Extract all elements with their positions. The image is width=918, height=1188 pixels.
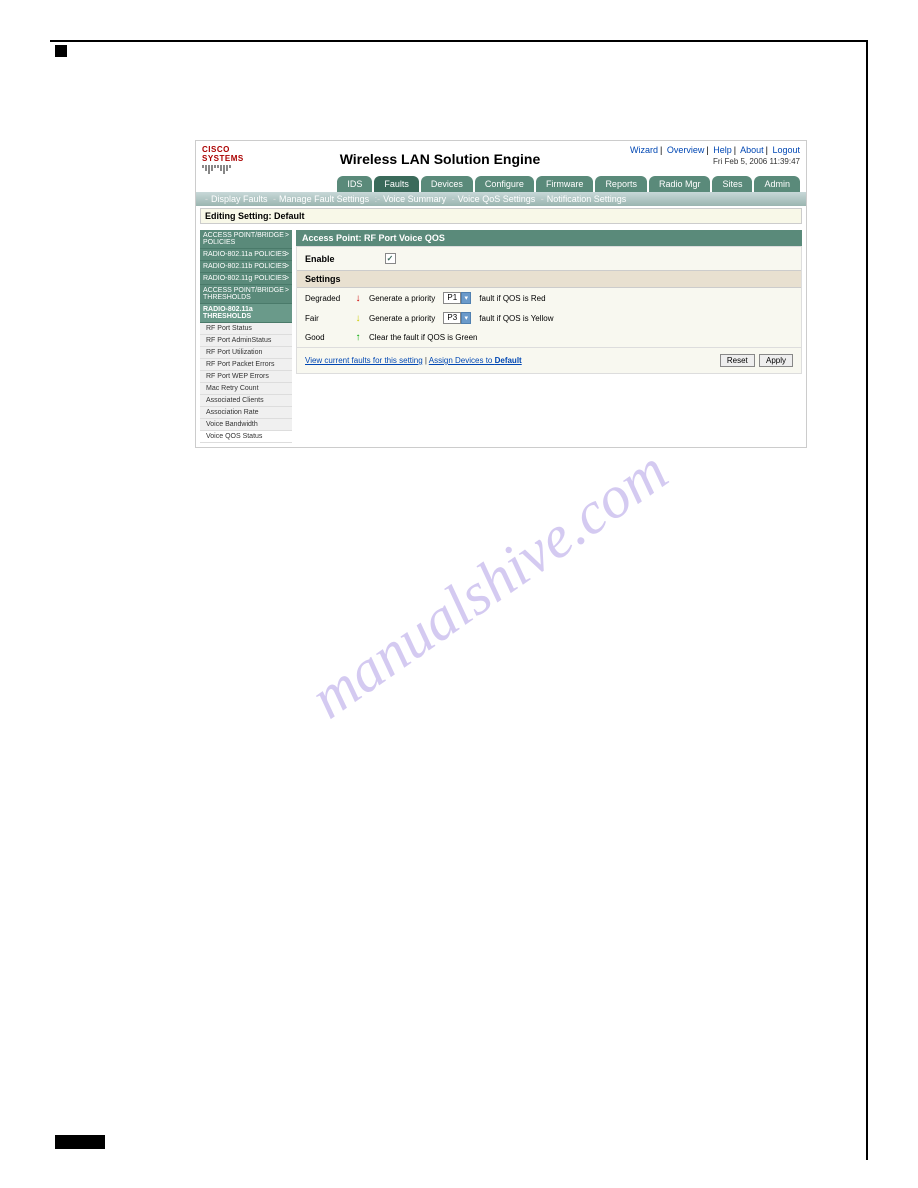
- sidebar-group-ap-thresholds[interactable]: ACCESS POINT/BRIDGE THRESHOLDS: [200, 285, 292, 304]
- editing-bar: Editing Setting: Default: [200, 208, 802, 224]
- header-links: Wizard| Overview| Help| About| Logout: [630, 145, 800, 155]
- tab-reports[interactable]: Reports: [595, 176, 647, 192]
- view-faults-link[interactable]: View current faults for this setting: [305, 356, 423, 365]
- priority-select-fair[interactable]: P3▾: [443, 312, 471, 324]
- sidebar-item-utilization[interactable]: RF Port Utilization: [200, 347, 292, 359]
- subnav-manage-fault[interactable]: Manage Fault Settings: [279, 194, 369, 204]
- arrow-up-green-icon: ↑: [353, 332, 363, 343]
- chevron-down-icon: ▾: [461, 292, 471, 304]
- tab-configure[interactable]: Configure: [475, 176, 534, 192]
- arrow-down-yellow-icon: ↓: [353, 313, 363, 324]
- sidebar-group-11b-policies[interactable]: RADIO-802.11b POLICIES: [200, 261, 292, 273]
- wizard-link[interactable]: Wizard: [630, 145, 658, 155]
- setting-row-degraded: Degraded ↓ Generate a priority P1▾ fault…: [297, 288, 801, 308]
- sidebar-item-assoc-clients[interactable]: Associated Clients: [200, 395, 292, 407]
- label-degraded: Degraded: [305, 294, 347, 303]
- chevron-down-icon: ▾: [461, 312, 471, 324]
- text-degraded-before: Generate a priority: [369, 294, 435, 303]
- panel-title: Access Point: RF Port Voice QOS: [296, 230, 802, 246]
- about-link[interactable]: About: [740, 145, 764, 155]
- sidebar-item-packet-errors[interactable]: RF Port Packet Errors: [200, 359, 292, 371]
- help-link[interactable]: Help: [713, 145, 732, 155]
- text-fair-after: fault if QOS is Yellow: [479, 314, 553, 323]
- tab-ids[interactable]: IDS: [337, 176, 372, 192]
- page-title: Wireless LAN Solution Engine: [250, 151, 630, 167]
- priority-select-degraded[interactable]: P1▾: [443, 292, 471, 304]
- sidebar-group-11a-policies[interactable]: RADIO-802.11a POLICIES: [200, 249, 292, 261]
- sidebar-item-voice-qos[interactable]: Voice QOS Status: [200, 431, 292, 443]
- sub-nav: -Display Faults -Manage Fault Settings :…: [196, 192, 806, 206]
- label-fair: Fair: [305, 314, 347, 323]
- sidebar-item-port-status[interactable]: RF Port Status: [200, 323, 292, 335]
- subnav-voice-qos[interactable]: Voice QoS Settings: [458, 194, 536, 204]
- setting-row-fair: Fair ↓ Generate a priority P3▾ fault if …: [297, 308, 801, 328]
- sidebar-group-ap-policies[interactable]: ACCESS POINT/BRIDGE POLICIES: [200, 230, 292, 249]
- timestamp: Fri Feb 5, 2006 11:39:47: [630, 157, 800, 166]
- sidebar-item-mac-retry[interactable]: Mac Retry Count: [200, 383, 292, 395]
- tab-sites[interactable]: Sites: [712, 176, 752, 192]
- label-good: Good: [305, 333, 347, 342]
- text-good: Clear the fault if QOS is Green: [369, 333, 478, 342]
- setting-row-good: Good ↑ Clear the fault if QOS is Green: [297, 328, 801, 347]
- assign-devices-link[interactable]: Assign Devices to Default: [429, 356, 522, 365]
- sidebar-item-wep-errors[interactable]: RF Port WEP Errors: [200, 371, 292, 383]
- subnav-display-faults[interactable]: Display Faults: [211, 194, 268, 204]
- overview-link[interactable]: Overview: [667, 145, 705, 155]
- subnav-voice-summary[interactable]: Voice Summary: [383, 194, 446, 204]
- tab-devices[interactable]: Devices: [421, 176, 473, 192]
- logout-link[interactable]: Logout: [772, 145, 800, 155]
- enable-checkbox[interactable]: ✓: [385, 253, 396, 264]
- sidebar-group-11a-thresholds[interactable]: RADIO-802.11a THRESHOLDS: [200, 304, 292, 323]
- sidebar-item-voice-bw[interactable]: Voice Bandwidth: [200, 419, 292, 431]
- enable-label: Enable: [305, 254, 335, 264]
- reset-button[interactable]: Reset: [720, 354, 755, 367]
- main-tabs: IDS Faults Devices Configure Firmware Re…: [196, 176, 806, 192]
- apply-button[interactable]: Apply: [759, 354, 793, 367]
- tab-admin[interactable]: Admin: [754, 176, 800, 192]
- sidebar: ACCESS POINT/BRIDGE POLICIES RADIO-802.1…: [200, 230, 292, 443]
- tab-firmware[interactable]: Firmware: [536, 176, 594, 192]
- sidebar-item-assoc-rate[interactable]: Association Rate: [200, 407, 292, 419]
- settings-header: Settings: [297, 270, 801, 288]
- text-fair-before: Generate a priority: [369, 314, 435, 323]
- tab-faults[interactable]: Faults: [374, 176, 419, 192]
- text-degraded-after: fault if QOS is Red: [479, 294, 545, 303]
- cisco-logo: CISCO SYSTEMS: [202, 145, 250, 174]
- sidebar-group-11g-policies[interactable]: RADIO-802.11g POLICIES: [200, 273, 292, 285]
- app-window: CISCO SYSTEMS Wireless LAN Solution Engi…: [195, 140, 807, 448]
- subnav-notification[interactable]: Notification Settings: [547, 194, 627, 204]
- arrow-down-red-icon: ↓: [353, 293, 363, 304]
- tab-radio-mgr[interactable]: Radio Mgr: [649, 176, 711, 192]
- sidebar-item-admin-status[interactable]: RF Port AdminStatus: [200, 335, 292, 347]
